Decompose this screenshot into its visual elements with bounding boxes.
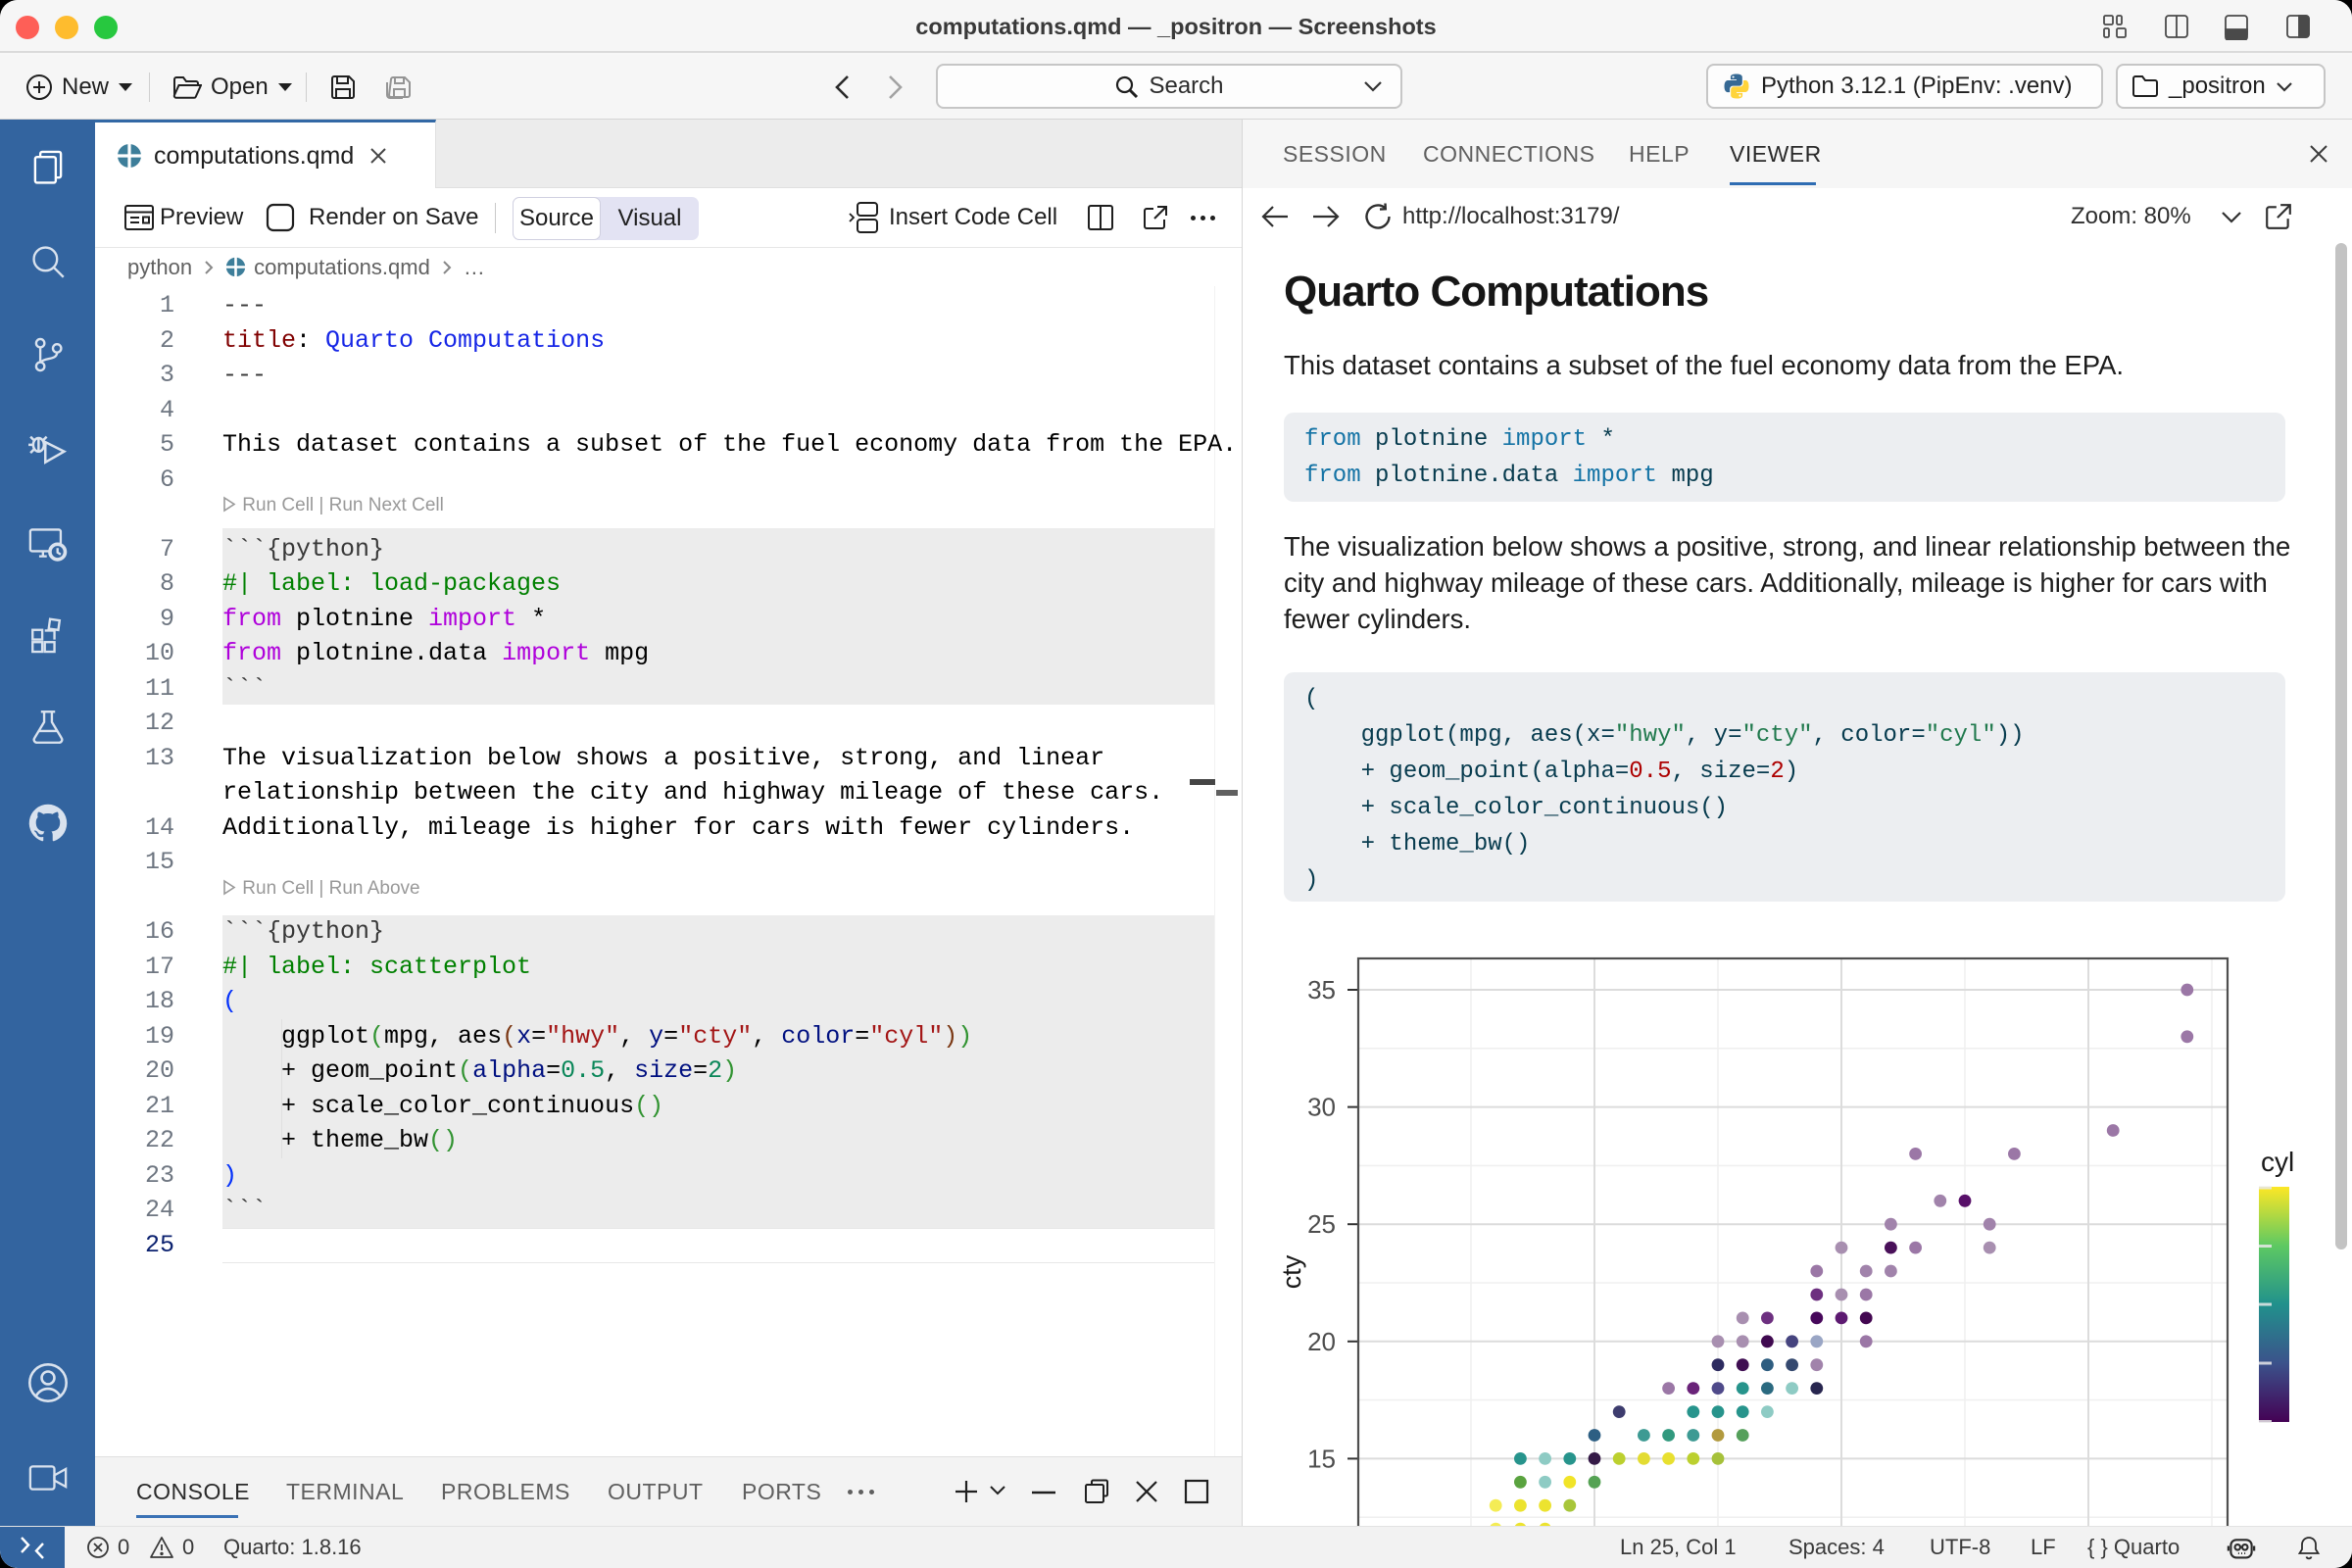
svg-text:cyl: cyl: [2261, 1147, 2294, 1177]
svg-text:15: 15: [1307, 1444, 1336, 1473]
svg-text:35: 35: [1307, 975, 1336, 1004]
svg-text:30: 30: [1307, 1093, 1336, 1122]
svg-text:25: 25: [1307, 1209, 1336, 1239]
svg-text:20: 20: [1307, 1327, 1336, 1356]
svg-text:cty: cty: [1277, 1254, 1306, 1289]
